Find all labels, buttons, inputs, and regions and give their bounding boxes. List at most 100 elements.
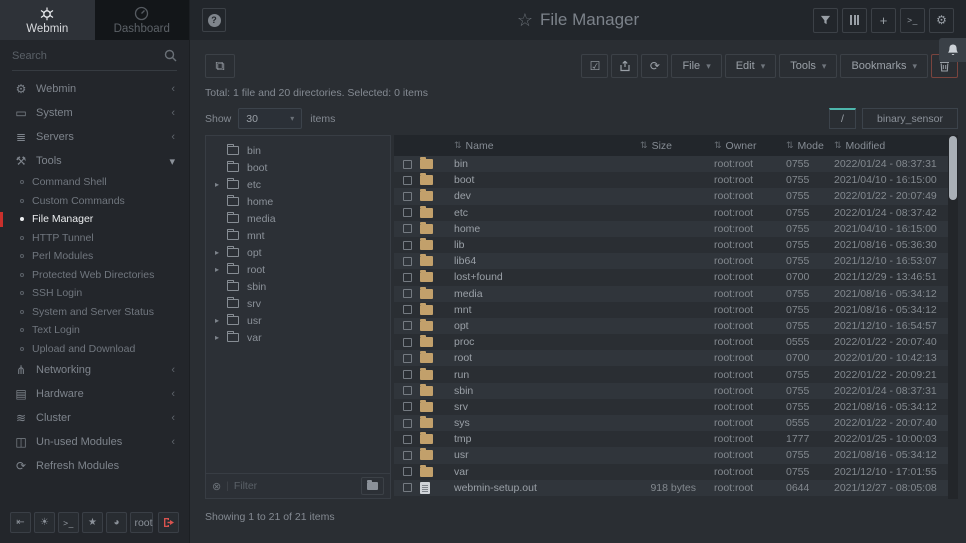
tree-folder-button[interactable] — [361, 477, 384, 495]
paste-buffer-button[interactable]: ⧉ — [205, 54, 235, 78]
edit-menu-button[interactable]: Edit ▾ — [725, 54, 777, 78]
language-button[interactable]: ◕ — [106, 512, 127, 533]
file-name[interactable]: lib64 — [450, 255, 614, 267]
sidebar-item[interactable]: Perl Modules — [0, 247, 189, 266]
tree-item[interactable]: bin — [206, 142, 390, 159]
sidebar-item[interactable]: ≋ Cluster ‹ — [0, 406, 189, 430]
file-name[interactable]: opt — [450, 320, 614, 332]
clear-filter-icon[interactable]: ⊗ — [212, 480, 221, 493]
file-name[interactable]: root — [450, 352, 614, 364]
file-name[interactable]: lost+found — [450, 271, 614, 283]
file-name[interactable]: mnt — [450, 304, 614, 316]
sidebar-item[interactable]: Protected Web Directories — [0, 266, 189, 285]
row-checkbox[interactable] — [403, 435, 412, 444]
file-name[interactable]: dev — [450, 190, 614, 202]
search-input[interactable] — [12, 50, 164, 62]
scrollbar-thumb[interactable] — [949, 136, 957, 200]
tree-item[interactable]: sbin — [206, 278, 390, 295]
row-checkbox[interactable] — [403, 467, 412, 476]
table-row[interactable]: root root:root 0700 2022/01/20 - 10:42:1… — [394, 350, 958, 366]
file-name[interactable]: webmin-setup.out — [450, 482, 614, 494]
filter-button[interactable] — [813, 8, 838, 33]
favorite-star-icon[interactable]: ☆ — [517, 10, 533, 31]
tree-item[interactable]: boot — [206, 159, 390, 176]
tree-item[interactable]: ▸ usr — [206, 312, 390, 329]
terminal-button[interactable]: >_ — [58, 512, 79, 533]
refresh-button[interactable]: ⟳ — [641, 54, 668, 78]
sidebar-item[interactable]: System and Server Status — [0, 303, 189, 322]
table-scrollbar[interactable] — [948, 135, 958, 499]
table-row[interactable]: lib root:root 0755 2021/08/16 - 05:36:30 — [394, 237, 958, 253]
row-checkbox[interactable] — [403, 370, 412, 379]
sidebar-item[interactable]: ⚙ Webmin ‹ — [0, 77, 189, 101]
theme-sun-button[interactable]: ☀ — [34, 512, 55, 533]
file-name[interactable]: srv — [450, 401, 614, 413]
file-name[interactable]: tmp — [450, 433, 614, 445]
table-row[interactable]: home root:root 0755 2021/04/10 - 16:15:0… — [394, 221, 958, 237]
table-row[interactable]: lib64 root:root 0755 2021/12/10 - 16:53:… — [394, 253, 958, 269]
column-header-owner[interactable]: ⇅ Owner — [700, 140, 780, 152]
row-checkbox[interactable] — [403, 176, 412, 185]
row-checkbox[interactable] — [403, 208, 412, 217]
favorites-button[interactable]: ★ — [82, 512, 103, 533]
expand-caret-icon[interactable]: ▸ — [215, 265, 225, 274]
page-size-select[interactable]: 30 ▾ — [238, 108, 302, 129]
sidebar-item[interactable]: ⟳ Refresh Modules — [0, 454, 189, 478]
table-row[interactable]: tmp root:root 1777 2022/01/25 - 10:00:03 — [394, 431, 958, 447]
row-checkbox[interactable] — [403, 241, 412, 250]
tree-item[interactable]: home — [206, 193, 390, 210]
table-row[interactable]: sbin root:root 0755 2022/01/24 - 08:37:3… — [394, 383, 958, 399]
file-name[interactable]: media — [450, 288, 614, 300]
select-all-button[interactable]: ☑ — [581, 54, 608, 78]
sidebar-item[interactable]: Command Shell — [0, 173, 189, 192]
expand-caret-icon[interactable]: ▸ — [215, 316, 225, 325]
tree-item[interactable]: ▸ opt — [206, 244, 390, 261]
file-name[interactable]: home — [450, 223, 614, 235]
tree-filter-input[interactable] — [234, 480, 356, 492]
tree-item[interactable]: ▸ etc — [206, 176, 390, 193]
bookmarks-menu-button[interactable]: Bookmarks ▾ — [840, 54, 928, 78]
columns-button[interactable] — [842, 8, 867, 33]
table-row[interactable]: var root:root 0755 2021/12/10 - 17:01:55 — [394, 464, 958, 480]
collapse-sidebar-button[interactable]: ⇤ — [10, 512, 31, 533]
tab-webmin[interactable]: Webmin — [0, 0, 95, 40]
file-name[interactable]: run — [450, 369, 614, 381]
breadcrumb-segment[interactable]: binary_sensor — [862, 108, 958, 129]
expand-caret-icon[interactable]: ▸ — [215, 180, 225, 189]
column-header-modified[interactable]: ⇅ Modified — [834, 140, 946, 152]
share-button[interactable] — [611, 54, 638, 78]
row-checkbox[interactable] — [403, 402, 412, 411]
table-row[interactable]: dev root:root 0755 2022/01/22 - 20:07:49 — [394, 188, 958, 204]
row-checkbox[interactable] — [403, 321, 412, 330]
row-checkbox[interactable] — [403, 419, 412, 428]
logout-button[interactable] — [158, 512, 179, 533]
row-checkbox[interactable] — [403, 305, 412, 314]
row-checkbox[interactable] — [403, 483, 412, 492]
tree-item[interactable]: media — [206, 210, 390, 227]
table-row[interactable]: webmin-setup.out 918 bytes root:root 064… — [394, 480, 958, 496]
file-name[interactable]: var — [450, 466, 614, 478]
breadcrumb-root[interactable]: / — [829, 108, 856, 129]
tree-item[interactable]: mnt — [206, 227, 390, 244]
file-name[interactable]: sbin — [450, 385, 614, 397]
column-header-size[interactable]: ⇅ Size — [614, 140, 700, 152]
user-button[interactable]: root — [130, 512, 153, 533]
column-header-mode[interactable]: ⇅ Mode — [780, 140, 834, 152]
shell-button[interactable]: >_ — [900, 8, 925, 33]
row-checkbox[interactable] — [403, 257, 412, 266]
add-button[interactable]: + — [871, 8, 896, 33]
file-name[interactable]: lib — [450, 239, 614, 251]
row-checkbox[interactable] — [403, 192, 412, 201]
column-header-name[interactable]: ⇅ Name — [450, 140, 614, 152]
row-checkbox[interactable] — [403, 273, 412, 282]
table-row[interactable]: srv root:root 0755 2021/08/16 - 05:34:12 — [394, 399, 958, 415]
expand-caret-icon[interactable]: ▸ — [215, 333, 225, 342]
sidebar-item[interactable]: Text Login — [0, 321, 189, 340]
tree-item[interactable]: ▸ root — [206, 261, 390, 278]
table-row[interactable]: usr root:root 0755 2021/08/16 - 05:34:12 — [394, 447, 958, 463]
sidebar-item[interactable]: SSH Login — [0, 284, 189, 303]
table-row[interactable]: boot root:root 0755 2021/04/10 - 16:15:0… — [394, 172, 958, 188]
tab-dashboard[interactable]: Dashboard — [95, 0, 190, 40]
tree-item[interactable]: ▸ var — [206, 329, 390, 346]
file-name[interactable]: bin — [450, 158, 614, 170]
